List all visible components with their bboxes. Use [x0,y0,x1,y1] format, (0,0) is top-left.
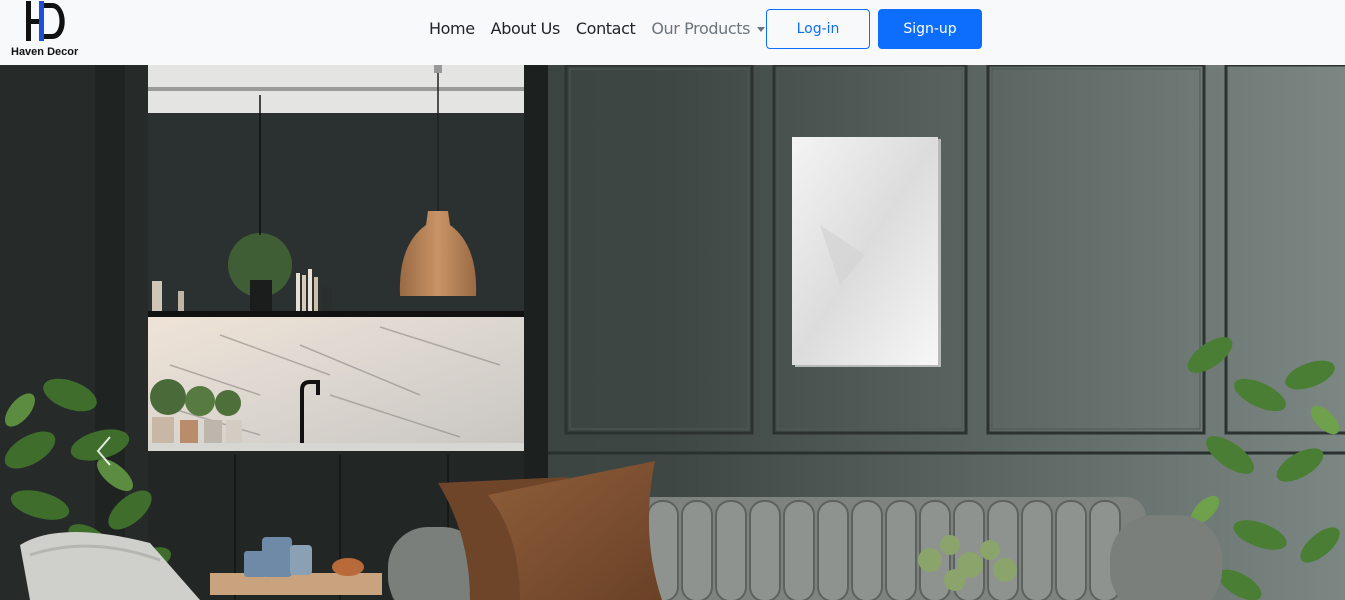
hero-carousel [0,65,1345,600]
navbar: Haven Decor Home About Us Contact Our Pr… [0,0,1345,65]
chevron-left-icon [96,436,111,466]
nav-our-products-label: Our Products [651,19,751,38]
brand-logo[interactable]: Haven Decor [10,0,88,62]
brand-name: Haven Decor [11,46,79,58]
login-button[interactable]: Log-in [766,9,870,49]
nav-home[interactable]: Home [429,19,475,38]
nav-about-us[interactable]: About Us [491,19,561,38]
caret-down-icon [757,27,766,32]
nav-contact[interactable]: Contact [576,19,636,38]
hero-image [0,65,1345,600]
nav-our-products-dropdown[interactable]: Our Products [651,19,766,38]
carousel-prev-button[interactable] [84,427,124,475]
signup-button[interactable]: Sign-up [878,9,982,49]
nav-links: Home About Us Contact Our Products [429,19,781,38]
hd-logo-icon [26,1,65,41]
